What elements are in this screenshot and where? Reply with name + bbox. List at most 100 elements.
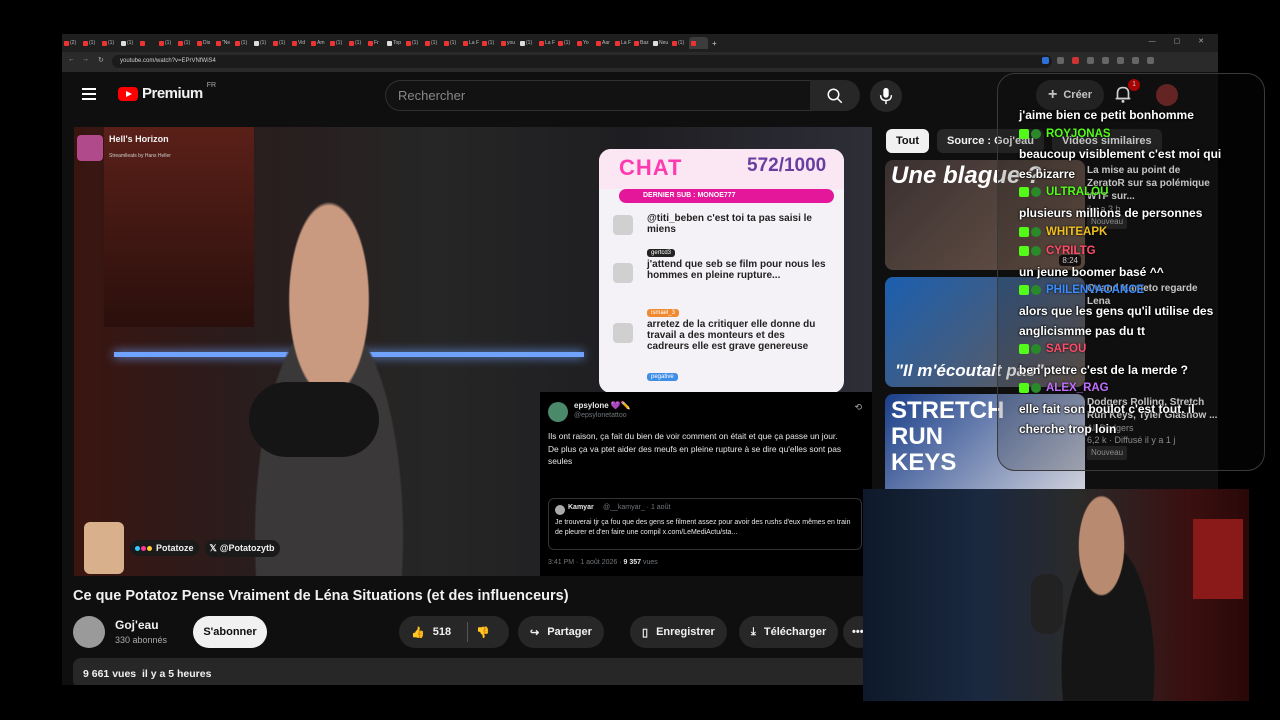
browser-tab[interactable]: Baz <box>632 37 651 49</box>
browser-tab[interactable]: Top <box>385 37 404 49</box>
subscribe-button[interactable]: S'abonner <box>193 616 267 648</box>
subscriber-count: 330 abonnés <box>115 635 168 645</box>
browser-tab[interactable]: (1) <box>518 37 537 49</box>
quoted-avatar <box>555 505 565 515</box>
browser-tab[interactable]: Am <box>309 37 328 49</box>
extension-icon[interactable] <box>1087 57 1094 64</box>
description-box[interactable]: 9 661 vues il y a 5 heures <box>73 658 873 685</box>
browser-tab[interactable]: (1) <box>100 37 119 49</box>
subscriber-badge-icon <box>1031 344 1041 355</box>
last-sub-banner: DERNIER SUB : MONOE777 <box>619 189 834 203</box>
extension-icon[interactable] <box>1072 57 1079 64</box>
youtube-play-icon <box>118 86 138 101</box>
video-player[interactable]: Hell's Horizon Streamlleats by Hans Helle… <box>74 127 872 576</box>
video-title: Ce que Potatoz Pense Vraiment de Léna Si… <box>73 588 569 604</box>
voice-search-button[interactable] <box>870 80 902 112</box>
browser-tab[interactable]: (1) <box>119 37 138 49</box>
browser-tab[interactable]: Fr <box>366 37 385 49</box>
channel-name[interactable]: Goj'eau <box>115 618 159 632</box>
extension-icon[interactable] <box>1132 57 1139 64</box>
browser-tab[interactable]: Neu <box>651 37 670 49</box>
youtube-logo[interactable]: Premium FR <box>118 82 216 102</box>
tab-favicon-icon <box>83 40 88 46</box>
reload-icon[interactable]: ↻ <box>98 56 104 64</box>
back-icon[interactable]: ← <box>68 56 75 63</box>
share-button[interactable]: ↪ Partager <box>518 616 604 648</box>
browser-tab[interactable]: (1) <box>271 37 290 49</box>
tab-favicon-icon <box>425 40 430 46</box>
chat-message-text: anglicismme pas du tt <box>1019 323 1146 338</box>
tab-favicon-icon <box>121 40 126 46</box>
menu-icon[interactable] <box>82 88 96 100</box>
chip-all[interactable]: Tout <box>886 129 930 153</box>
download-button[interactable]: ⤓ Télécharger <box>739 616 839 648</box>
thumbs-down-icon[interactable]: 👎 <box>476 626 490 639</box>
chat-message-text: cherche trop loin <box>1019 421 1117 436</box>
like-button[interactable]: 👍 518 👎 <box>399 616 509 648</box>
chat-username: ALEX_RAG <box>1019 382 1109 394</box>
chat-username: WHITEAPK <box>1019 226 1107 238</box>
browser-tab[interactable]: (1) <box>423 37 442 49</box>
stream-chat-panel: CHAT 572/1000 DERNIER SUB : MONOE777 @ti… <box>599 149 844 393</box>
browser-tab[interactable]: (1) <box>480 37 499 49</box>
tab-favicon-icon <box>349 40 354 46</box>
extension-icon[interactable] <box>1057 57 1064 64</box>
tab-favicon-icon <box>406 40 411 46</box>
save-button[interactable]: ▯ Enregistrer <box>630 616 727 648</box>
chat-message-text: es bizarre <box>1019 166 1076 181</box>
browser-tab[interactable]: (1) <box>252 37 271 49</box>
browser-tab[interactable]: (1) <box>176 37 195 49</box>
browser-tab[interactable]: Aar <box>594 37 613 49</box>
browser-tab[interactable]: you <box>499 37 518 49</box>
browser-tab[interactable]: (1) <box>347 37 366 49</box>
browser-tab[interactable]: La F <box>537 37 556 49</box>
browser-tab[interactable]: (1) <box>556 37 575 49</box>
tab-favicon-icon <box>368 40 373 46</box>
forward-icon[interactable]: → <box>82 56 89 63</box>
channel-avatar[interactable] <box>73 616 105 648</box>
tab-favicon-icon <box>539 40 544 46</box>
search-button[interactable] <box>810 80 860 111</box>
tab-favicon-icon <box>140 40 145 46</box>
browser-tab[interactable]: (1) <box>157 37 176 49</box>
chat-username: PHILENVACANCE <box>1019 284 1144 296</box>
browser-tab[interactable]: Yo <box>575 37 594 49</box>
extension-icon[interactable] <box>1102 57 1109 64</box>
tab-favicon-icon <box>216 40 221 46</box>
browser-tab[interactable]: Vid <box>290 37 309 49</box>
new-tab-button[interactable]: + <box>712 39 717 48</box>
tab-favicon-icon <box>463 40 468 46</box>
browser-tab[interactable]: (1) <box>233 37 252 49</box>
tab-favicon-icon <box>482 40 487 46</box>
browser-tab[interactable]: (1) <box>328 37 347 49</box>
browser-tab[interactable]: (1) <box>670 37 689 49</box>
browser-tab[interactable]: La F <box>613 37 632 49</box>
browser-tab[interactable] <box>138 37 157 49</box>
browser-tab[interactable]: (1) <box>81 37 100 49</box>
tab-strip: (2) (1) (1) (1) (1) (1) Dis "Ne (1) (1) (1) Vid Am (1… <box>62 34 1218 52</box>
search-input[interactable]: Rechercher <box>385 80 810 111</box>
address-bar[interactable]: youtube.com/watch?v=EPrVNfWiS4 <box>112 55 1052 68</box>
tab-favicon-icon <box>577 40 582 46</box>
chat-avatar <box>613 263 633 283</box>
tab-favicon-icon <box>558 40 563 46</box>
browser-tab[interactable]: "Ne <box>214 37 233 49</box>
browser-tab[interactable]: Dis <box>195 37 214 49</box>
social-tag: Potatoze <box>130 540 199 556</box>
chat-message-text: plusieurs millions de personnes <box>1019 206 1203 220</box>
browser-tab[interactable]: La F <box>461 37 480 49</box>
extension-icon[interactable] <box>1117 57 1124 64</box>
chat-message-text: j'aime bien ce petit bonhomme <box>1019 108 1194 122</box>
chat-username: ROYJONAS <box>1019 128 1111 140</box>
tab-favicon-icon <box>634 40 639 46</box>
browser-tab[interactable] <box>689 37 708 49</box>
browser-tab[interactable]: (1) <box>442 37 461 49</box>
tab-favicon-icon <box>102 40 107 46</box>
window-controls[interactable]: — ▢ ✕ <box>1149 37 1212 45</box>
extension-icon[interactable] <box>1147 57 1154 64</box>
browser-tab[interactable]: (1) <box>404 37 423 49</box>
extension-icon[interactable] <box>1042 57 1049 64</box>
tab-favicon-icon <box>520 40 525 46</box>
social-dots-icon <box>135 543 153 553</box>
browser-tab[interactable]: (2) <box>62 37 81 49</box>
